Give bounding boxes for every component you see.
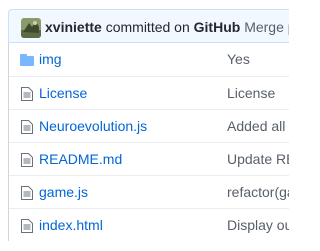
commit-site: GitHub bbox=[193, 19, 241, 35]
file-row-license: License License bbox=[9, 76, 289, 109]
file-row-index: index.html Display ou bbox=[9, 208, 289, 241]
file-link[interactable]: README.md bbox=[39, 151, 122, 168]
file-row-neuroevolution: Neuroevolution.js Added all bbox=[9, 109, 289, 142]
latest-commit-bar: xviniette committed on GitHub Merge pull bbox=[8, 9, 289, 43]
file-icon bbox=[20, 152, 34, 168]
file-list: img Yes License License Neuroevolution.j… bbox=[8, 43, 289, 241]
file-icon bbox=[20, 119, 34, 135]
file-link[interactable]: index.html bbox=[39, 217, 103, 234]
file-commit-message[interactable]: refactor(ga bbox=[227, 184, 289, 201]
file-row-game: game.js refactor(ga bbox=[9, 175, 289, 208]
commit-author-link[interactable]: xviniette bbox=[45, 19, 102, 35]
commit-verb: committed on bbox=[105, 19, 190, 35]
author-avatar[interactable] bbox=[21, 18, 41, 38]
file-row-readme: README.md Update RE bbox=[9, 142, 289, 175]
file-commit-message[interactable]: License bbox=[227, 85, 275, 102]
file-commit-message[interactable]: Yes bbox=[227, 51, 250, 68]
file-link[interactable]: Neuroevolution.js bbox=[39, 118, 147, 135]
file-icon bbox=[20, 185, 34, 201]
file-link[interactable]: License bbox=[39, 85, 87, 102]
file-icon bbox=[20, 218, 34, 234]
repository-file-browser: xviniette committed on GitHub Merge pull… bbox=[0, 0, 289, 251]
commit-summary: xviniette committed on GitHub Merge pull bbox=[45, 19, 289, 35]
file-icon bbox=[20, 86, 34, 102]
file-commit-message[interactable]: Display ou bbox=[227, 217, 289, 234]
file-row-img: img Yes bbox=[9, 43, 289, 76]
file-link[interactable]: game.js bbox=[39, 184, 88, 201]
commit-message-link[interactable]: Merge pull bbox=[244, 19, 289, 35]
folder-icon bbox=[20, 52, 34, 68]
file-commit-message[interactable]: Added all bbox=[227, 118, 285, 135]
file-commit-message[interactable]: Update RE bbox=[227, 151, 289, 168]
file-link[interactable]: img bbox=[39, 51, 62, 68]
